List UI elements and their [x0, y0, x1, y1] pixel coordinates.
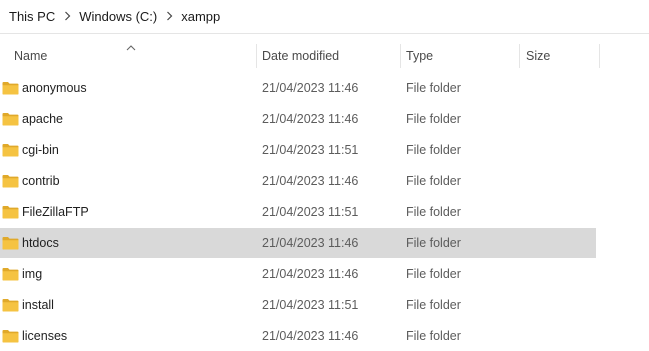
file-row[interactable]: install 21/04/2023 11:51 File folder	[0, 290, 596, 320]
file-name: contrib	[22, 174, 60, 188]
folder-icon	[2, 298, 19, 312]
chevron-right-icon[interactable]	[60, 10, 74, 24]
file-date-modified: 21/04/2023 11:46	[262, 329, 359, 343]
chevron-right-icon[interactable]	[162, 10, 176, 24]
column-header-size-label: Size	[526, 49, 551, 63]
file-name: htdocs	[22, 236, 59, 250]
folder-icon	[2, 81, 19, 95]
file-type: File folder	[406, 81, 461, 95]
column-divider[interactable]	[599, 44, 600, 68]
file-row[interactable]: anonymous 21/04/2023 11:46 File folder	[0, 73, 596, 103]
file-name: anonymous	[22, 81, 87, 95]
column-header-row: Name Date modified Type Size	[0, 42, 649, 70]
file-date-modified: 21/04/2023 11:51	[262, 143, 359, 157]
file-row[interactable]: cgi-bin 21/04/2023 11:51 File folder	[0, 135, 596, 165]
file-date-modified: 21/04/2023 11:46	[262, 112, 359, 126]
file-name: install	[22, 298, 54, 312]
file-name: img	[22, 267, 43, 281]
file-type: File folder	[406, 236, 461, 250]
file-type: File folder	[406, 267, 461, 281]
file-date-modified: 21/04/2023 11:46	[262, 81, 359, 95]
file-row[interactable]: licenses 21/04/2023 11:46 File folder	[0, 321, 596, 351]
file-name: cgi-bin	[22, 143, 59, 157]
file-row[interactable]: contrib 21/04/2023 11:46 File folder	[0, 166, 596, 196]
breadcrumb-windows-c[interactable]: Windows (C:)	[77, 9, 159, 24]
column-header-type-label: Type	[406, 49, 434, 63]
folder-icon	[2, 143, 19, 157]
column-header-date-label: Date modified	[262, 49, 340, 63]
file-row[interactable]: htdocs 21/04/2023 11:46 File folder	[0, 228, 596, 258]
file-date-modified: 21/04/2023 11:46	[262, 267, 359, 281]
breadcrumb-this-pc[interactable]: This PC	[7, 9, 57, 24]
file-row[interactable]: FileZillaFTP 21/04/2023 11:51 File folder	[0, 197, 596, 227]
file-type: File folder	[406, 205, 461, 219]
folder-icon	[2, 112, 19, 126]
file-type: File folder	[406, 143, 461, 157]
folder-icon	[2, 267, 19, 281]
column-header-size[interactable]: Size	[520, 42, 600, 70]
file-date-modified: 21/04/2023 11:51	[262, 205, 359, 219]
column-header-date-modified[interactable]: Date modified	[257, 42, 401, 70]
file-name: FileZillaFTP	[22, 205, 89, 219]
file-name: apache	[22, 112, 64, 126]
file-name: licenses	[22, 329, 68, 343]
file-type: File folder	[406, 174, 461, 188]
file-type: File folder	[406, 298, 461, 312]
column-header-name-label: Name	[14, 49, 48, 63]
folder-icon	[2, 174, 19, 188]
column-header-name[interactable]: Name	[0, 42, 257, 70]
folder-icon	[2, 329, 19, 343]
column-header-type[interactable]: Type	[401, 42, 520, 70]
folder-icon	[2, 236, 19, 250]
file-type: File folder	[406, 112, 461, 126]
folder-icon	[2, 205, 19, 219]
file-row[interactable]: img 21/04/2023 11:46 File folder	[0, 259, 596, 289]
file-date-modified: 21/04/2023 11:46	[262, 174, 359, 188]
file-row[interactable]: apache 21/04/2023 11:46 File folder	[0, 104, 596, 134]
file-date-modified: 21/04/2023 11:51	[262, 298, 359, 312]
breadcrumb-xampp[interactable]: xampp	[179, 9, 222, 24]
file-type: File folder	[406, 329, 461, 343]
breadcrumb: This PC Windows (C:) xampp	[0, 0, 649, 34]
file-date-modified: 21/04/2023 11:46	[262, 236, 359, 250]
